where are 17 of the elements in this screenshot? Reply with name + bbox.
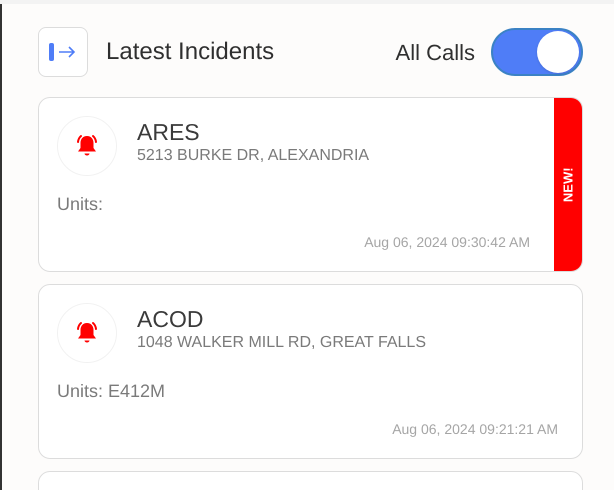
units-label: Units: E412M xyxy=(57,380,166,403)
new-label: NEW! xyxy=(559,167,576,202)
incident-card[interactable]: ARES 5213 BURKE DR, ALEXANDRIA Units: Aug 06, 2024 09:30:42 AM NEW! xyxy=(38,97,583,272)
units-label: Units: xyxy=(57,193,104,216)
toggle-label: All Calls xyxy=(396,38,475,66)
incident-time: Aug 06, 2024 09:30:42 AM xyxy=(364,233,530,252)
all-calls-toggle[interactable] xyxy=(491,28,583,76)
collapse-button[interactable] xyxy=(38,27,88,77)
sidebar-arrow-icon xyxy=(49,43,77,61)
incident-address: 5213 BURKE DR, ALEXANDRIA xyxy=(137,146,370,166)
incident-code: ARES xyxy=(137,118,201,146)
incident-time: Aug 06, 2024 09:21:21 AM xyxy=(392,420,558,439)
panel-title: Latest Incidents xyxy=(106,37,274,67)
toggle-knob xyxy=(537,31,579,73)
incident-code: ACOD xyxy=(137,305,204,333)
incident-card[interactable]: ACOD 1048 WALKER MILL RD, GREAT FALLS Units: E412M Aug 06, 2024 09:21:21 AM xyxy=(38,284,583,459)
incident-address: 1048 WALKER MILL RD, GREAT FALLS xyxy=(137,333,426,353)
